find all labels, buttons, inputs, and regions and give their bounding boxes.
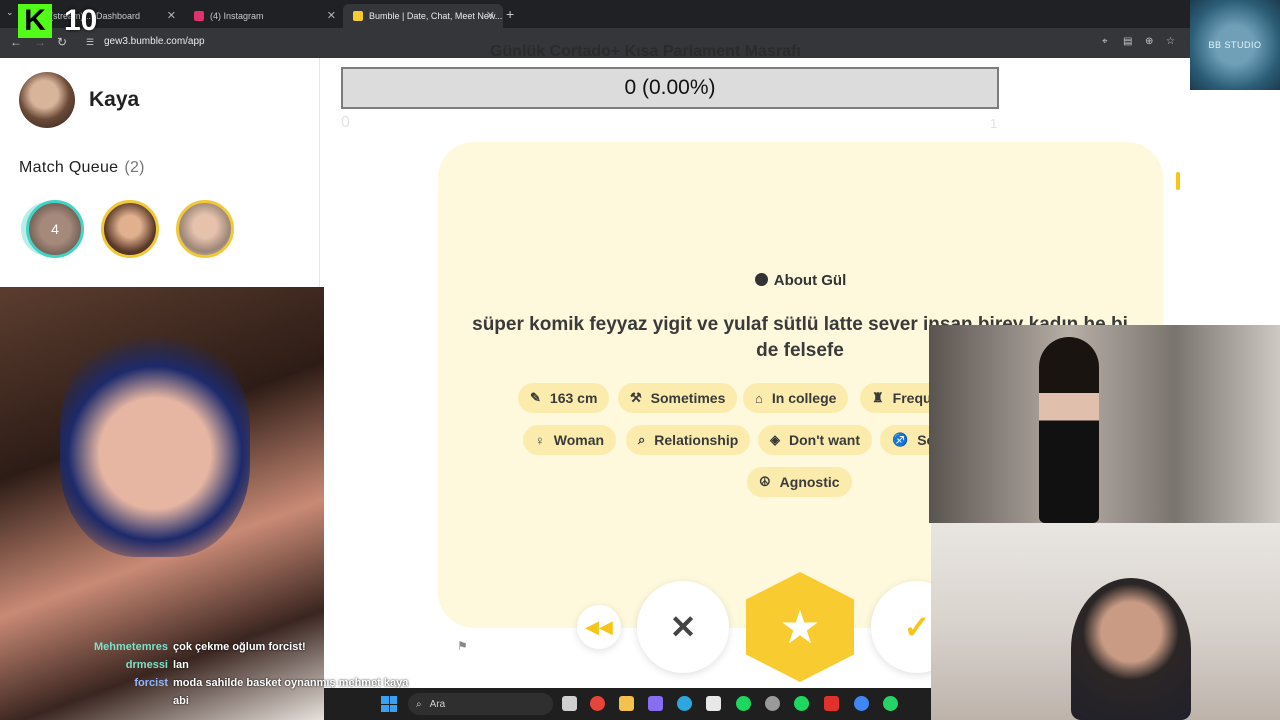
site-info-icon[interactable]: ☰ (86, 37, 94, 48)
rewind-button[interactable]: ◀◀ (577, 605, 621, 649)
pacifier-icon: ◈ (770, 432, 780, 447)
chat-text: lan (173, 659, 189, 671)
chat-username: forcist (134, 677, 168, 689)
chip-label: In college (771, 390, 837, 406)
tab-search-icon[interactable]: ⌄ (6, 7, 14, 18)
graduation-cap-icon: ⌂ (755, 390, 763, 406)
chat-text: abi (173, 695, 189, 707)
taskbar: ⌕ Ara (324, 688, 931, 720)
quote-icon (754, 273, 768, 286)
chip-religion: ☮ Agnostic (747, 467, 852, 497)
kick-number: 10 (64, 4, 98, 37)
match-queue-count: (2) (124, 159, 145, 176)
chip-label: Frequ (892, 390, 932, 406)
about-title-text: About Gül (773, 272, 847, 289)
goal-min-label: 0 (341, 114, 350, 131)
check-icon: ✓ (903, 609, 931, 645)
avatar[interactable] (19, 72, 75, 128)
chip-kids: ◈ Don't want (758, 425, 872, 455)
task-view-icon[interactable] (562, 696, 577, 711)
chip-exercise: ⚒ Sometimes (618, 383, 738, 413)
chip-looking-for: ⌕ Relationship (626, 425, 751, 455)
match-queue-title: Match Queue (2) (19, 159, 145, 177)
webcam-right-top (929, 325, 1280, 523)
location-icon[interactable]: ⌖ (1102, 36, 1108, 47)
close-icon[interactable]: ✕ (486, 9, 495, 22)
whatsapp-icon[interactable] (883, 696, 898, 711)
app-red-icon[interactable] (824, 696, 839, 711)
tab-label: (4) Instagram (210, 11, 264, 21)
star-icon: ★ (779, 601, 821, 653)
store-icon[interactable] (706, 696, 721, 711)
person-icon: ♀ (535, 432, 545, 448)
wine-glass-icon: ♜ (872, 390, 884, 405)
dumbbell-icon: ⚒ (630, 390, 642, 405)
match-queue-beeline[interactable]: 4 (26, 200, 84, 258)
match-queue-label: Match Queue (19, 159, 119, 176)
goal-progress-text: 0 (0.00%) (624, 76, 716, 99)
chip-height: ✎ 163 cm (518, 383, 610, 413)
pass-button[interactable]: ✕ (637, 581, 729, 673)
chrome-icon[interactable] (854, 696, 869, 711)
tab-instagram[interactable]: (4) Instagram ✕ (184, 4, 344, 28)
chip-label: Sometimes (650, 390, 726, 406)
rewind-icon: ◀◀ (585, 616, 613, 637)
chip-education: ⌂ In college (743, 383, 849, 413)
magnifier-icon: ⌕ (638, 432, 646, 447)
brand-badge-text: BB STUDIO (1208, 40, 1262, 50)
ruler-icon: ✎ (530, 390, 541, 405)
chip-label: Relationship (654, 432, 739, 448)
about-section-title: About Gül (438, 272, 1163, 289)
taskbar-search[interactable]: ⌕ Ara (408, 693, 553, 715)
file-explorer-icon[interactable] (619, 696, 634, 711)
match-queue-avatar[interactable] (101, 200, 159, 258)
tab-label: Bumble | Date, Chat, Meet New... (369, 11, 503, 21)
goal-max-label: 1 (990, 116, 998, 131)
chrome-icon[interactable] (590, 696, 605, 711)
chip-gender: ♀ Woman (523, 425, 617, 455)
settings-icon[interactable] (765, 696, 780, 711)
browser-tab-bar: ⌄ (stream) ... Dashboard ✕ (4) Instagram… (0, 0, 1280, 28)
taskbar-search-placeholder: Ara (429, 698, 446, 710)
copilot-icon[interactable] (648, 696, 663, 711)
chat-text: çok çekme oğlum forcist! (173, 641, 306, 653)
chip-label: Woman (553, 432, 605, 448)
bookmark-star-icon[interactable]: ☆ (1166, 36, 1175, 47)
report-flag-icon[interactable]: ⚑ (457, 639, 468, 653)
chip-label: 163 cm (549, 390, 598, 406)
praying-hands-icon: ☮ (759, 474, 771, 489)
match-queue-badge: 4 (51, 221, 59, 237)
windows-start-icon[interactable] (381, 696, 397, 712)
close-icon[interactable]: ✕ (327, 9, 336, 22)
address-bar[interactable]: gew3.bumble.com/app (104, 36, 205, 47)
zodiac-icon: ♐ (892, 432, 909, 447)
zoom-icon[interactable]: ⊕ (1145, 36, 1153, 47)
spotify-icon[interactable] (736, 696, 751, 711)
user-name: Kaya (89, 88, 140, 111)
spotify-icon[interactable] (794, 696, 809, 711)
bumble-icon (353, 11, 363, 21)
translate-icon[interactable]: ▤ (1123, 36, 1132, 47)
chip-label: Agnostic (779, 474, 840, 490)
webcam-streamer (931, 523, 1280, 720)
chip-label: Don't want (789, 432, 860, 448)
search-icon: ⌕ (416, 698, 422, 710)
chat-username: drmessi (125, 659, 168, 671)
kick-logo-icon: K (18, 4, 52, 38)
chat-username: Mehmetemres (94, 641, 168, 653)
chat-message: drmessi lan (0, 659, 430, 677)
new-tab-icon[interactable]: + (506, 6, 514, 22)
close-icon: ✕ (669, 609, 697, 645)
tab-bumble[interactable]: Bumble | Date, Chat, Meet New... ✕ (343, 4, 503, 28)
goal-title: Günlük Cortado+ Kısa Parlament Masrafı (490, 43, 801, 60)
chat-message: Mehmetemres çok çekme oğlum forcist! (0, 641, 430, 659)
brand-badge: BB STUDIO (1190, 0, 1280, 90)
close-icon[interactable]: ✕ (167, 9, 176, 22)
match-queue-avatar[interactable] (176, 200, 234, 258)
edge-icon[interactable] (677, 696, 692, 711)
scrollbar[interactable] (1176, 172, 1180, 190)
instagram-icon (194, 11, 204, 21)
goal-progress-bar: 0 (0.00%) (341, 67, 999, 109)
